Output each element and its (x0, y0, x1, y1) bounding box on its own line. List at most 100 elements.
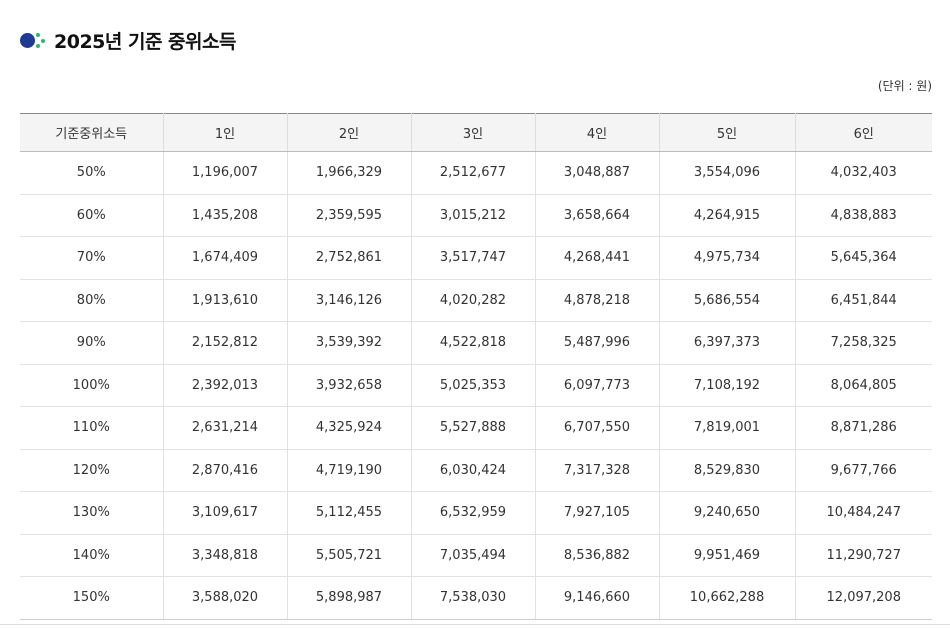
income-value-cell: 3,658,664 (535, 194, 660, 237)
section-header: 2025년 기준 중위소득 (20, 26, 236, 54)
income-value-cell: 7,538,030 (411, 576, 536, 620)
table-row: 130% 3,109,617 5,112,455 6,532,959 7,927,105… (20, 491, 932, 535)
bullet-dots-icon (20, 31, 48, 49)
income-value-cell: 8,871,286 (795, 406, 932, 450)
income-value-cell: 2,512,677 (411, 151, 536, 195)
income-value-cell: 11,290,727 (795, 534, 932, 577)
table-row: 90% 2,152,812 3,539,392 4,522,818 5,487,996 6… (20, 321, 932, 365)
income-value-cell: 10,484,247 (795, 491, 932, 535)
income-value-cell: 1,435,208 (163, 194, 288, 237)
column-header: 5인 (659, 113, 796, 152)
row-percentage-cell: 100% (20, 364, 164, 407)
income-value-cell: 9,240,650 (659, 491, 796, 535)
income-value-cell: 3,109,617 (163, 491, 288, 535)
income-value-cell: 8,064,805 (795, 364, 932, 407)
income-value-cell: 7,819,001 (659, 406, 796, 450)
income-value-cell: 1,913,610 (163, 279, 288, 322)
income-value-cell: 2,752,861 (287, 236, 412, 280)
income-value-cell: 2,359,595 (287, 194, 412, 237)
income-value-cell: 3,146,126 (287, 279, 412, 322)
income-value-cell: 2,631,214 (163, 406, 288, 450)
table-row: 50% 1,196,007 1,966,329 2,512,677 3,048,887 3… (20, 151, 932, 195)
column-header: 3인 (411, 113, 536, 152)
income-value-cell: 1,196,007 (163, 151, 288, 195)
income-value-cell: 3,554,096 (659, 151, 796, 195)
row-percentage-cell: 70% (20, 236, 164, 280)
column-header: 1인 (163, 113, 288, 152)
table-body: 50% 1,196,007 1,966,329 2,512,677 3,048,887 3… (20, 151, 932, 620)
income-value-cell: 7,108,192 (659, 364, 796, 407)
income-value-cell: 4,268,441 (535, 236, 660, 280)
income-value-cell: 7,035,494 (411, 534, 536, 577)
income-value-cell: 3,539,392 (287, 321, 412, 365)
income-value-cell: 3,517,747 (411, 236, 536, 280)
income-value-cell: 10,662,288 (659, 576, 796, 620)
income-value-cell: 2,870,416 (163, 449, 288, 492)
income-value-cell: 5,112,455 (287, 491, 412, 535)
income-value-cell: 5,898,987 (287, 576, 412, 620)
income-value-cell: 3,015,212 (411, 194, 536, 237)
row-percentage-cell: 120% (20, 449, 164, 492)
income-value-cell: 3,588,020 (163, 576, 288, 620)
income-value-cell: 7,927,105 (535, 491, 660, 535)
income-value-cell: 6,707,550 (535, 406, 660, 450)
table-header-row: 기준중위소득 1인 2인 3인 4인 5인 6인 (20, 113, 932, 152)
table-row: 150% 3,588,020 5,898,987 7,538,030 9,146,660… (20, 576, 932, 620)
income-value-cell: 5,025,353 (411, 364, 536, 407)
column-header: 기준중위소득 (20, 113, 164, 152)
income-value-cell: 6,532,959 (411, 491, 536, 535)
income-value-cell: 5,686,554 (659, 279, 796, 322)
divider (0, 624, 950, 625)
income-value-cell: 4,264,915 (659, 194, 796, 237)
unit-note: (단위 : 원) (877, 79, 932, 93)
income-value-cell: 3,932,658 (287, 364, 412, 407)
income-value-cell: 6,397,373 (659, 321, 796, 365)
income-value-cell: 6,097,773 (535, 364, 660, 407)
income-value-cell: 9,146,660 (535, 576, 660, 620)
table-row: 70% 1,674,409 2,752,861 3,517,747 4,268,441 4… (20, 236, 932, 280)
row-percentage-cell: 80% (20, 279, 164, 322)
table-row: 120% 2,870,416 4,719,190 6,030,424 7,317,328… (20, 449, 932, 492)
income-value-cell: 5,645,364 (795, 236, 932, 280)
income-value-cell: 5,487,996 (535, 321, 660, 365)
table-row: 60% 1,435,208 2,359,595 3,015,212 3,658,664 4… (20, 194, 932, 237)
income-value-cell: 5,505,721 (287, 534, 412, 577)
row-percentage-cell: 50% (20, 151, 164, 195)
section-title: 2025년 기준 중위소득 (54, 30, 236, 53)
column-header: 6인 (795, 113, 932, 152)
table-row: 100% 2,392,013 3,932,658 5,025,353 6,097,773… (20, 364, 932, 407)
row-percentage-cell: 60% (20, 194, 164, 237)
income-value-cell: 12,097,208 (795, 576, 932, 620)
income-value-cell: 4,325,924 (287, 406, 412, 450)
income-value-cell: 4,032,403 (795, 151, 932, 195)
income-value-cell: 4,975,734 (659, 236, 796, 280)
income-value-cell: 6,451,844 (795, 279, 932, 322)
income-value-cell: 4,719,190 (287, 449, 412, 492)
income-value-cell: 1,674,409 (163, 236, 288, 280)
row-percentage-cell: 150% (20, 576, 164, 620)
income-value-cell: 3,048,887 (535, 151, 660, 195)
column-header: 4인 (535, 113, 660, 152)
income-value-cell: 7,258,325 (795, 321, 932, 365)
row-percentage-cell: 90% (20, 321, 164, 365)
income-value-cell: 1,966,329 (287, 151, 412, 195)
income-value-cell: 4,020,282 (411, 279, 536, 322)
row-percentage-cell: 130% (20, 491, 164, 535)
income-value-cell: 8,536,882 (535, 534, 660, 577)
table-row: 140% 3,348,818 5,505,721 7,035,494 8,536,882… (20, 534, 932, 577)
income-value-cell: 7,317,328 (535, 449, 660, 492)
income-value-cell: 3,348,818 (163, 534, 288, 577)
income-value-cell: 9,677,766 (795, 449, 932, 492)
income-value-cell: 9,951,469 (659, 534, 796, 577)
income-value-cell: 8,529,830 (659, 449, 796, 492)
income-value-cell: 6,030,424 (411, 449, 536, 492)
table-row: 80% 1,913,610 3,146,126 4,020,282 4,878,218 5… (20, 279, 932, 322)
income-value-cell: 4,522,818 (411, 321, 536, 365)
median-income-table: 기준중위소득 1인 2인 3인 4인 5인 6인 50% 1,196,007 1,9… (20, 113, 932, 620)
column-header: 2인 (287, 113, 412, 152)
income-value-cell: 2,392,013 (163, 364, 288, 407)
table-row: 110% 2,631,214 4,325,924 5,527,888 6,707,550… (20, 406, 932, 450)
income-value-cell: 2,152,812 (163, 321, 288, 365)
row-percentage-cell: 140% (20, 534, 164, 577)
income-value-cell: 4,878,218 (535, 279, 660, 322)
